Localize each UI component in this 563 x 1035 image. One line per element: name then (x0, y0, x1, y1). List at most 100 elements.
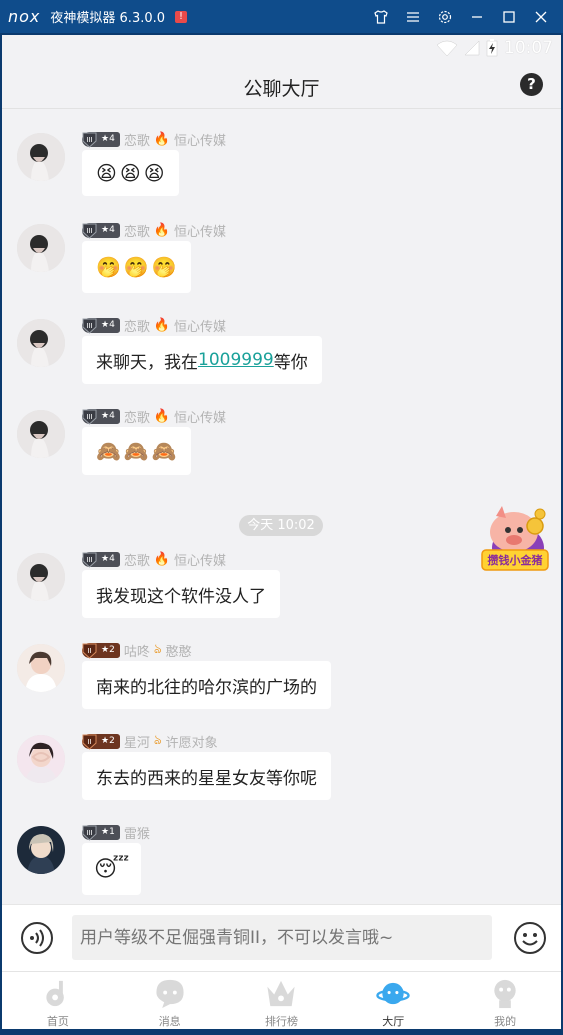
emoji: 😴 (94, 856, 130, 882)
sender-name[interactable]: 恋歌 (124, 550, 150, 569)
message-meta: III ★ 4 恋歌 🔥 恒心传媒 (82, 550, 227, 569)
message-bubble[interactable]: 😴 (82, 843, 142, 895)
level-number: 1 (109, 827, 115, 837)
message-meta: III ★ 4 恋歌 🔥 恒心传媒 (82, 407, 227, 426)
tab-messages[interactable]: 消息 (114, 972, 226, 1029)
sender-name[interactable]: 咕咚 (124, 641, 150, 660)
svg-text:III: III (86, 829, 92, 837)
time-divider: 今天 10:02 (239, 515, 323, 536)
group-name: 恒心传媒 (174, 410, 227, 426)
emulator-logo: nox (8, 7, 41, 26)
svg-text:III: III (86, 136, 92, 144)
emulator-title-bar: nox 夜神模拟器 6.3.0.0 ! (0, 0, 563, 33)
emoji: 🙈 (123, 439, 149, 463)
message-meta: III ★ 1 雷猴 (82, 823, 154, 842)
message-meta: II ★ 2 星河 ঌ 许愿对象 (82, 732, 218, 751)
emoji: 🙈 (151, 439, 177, 463)
wifi-icon (436, 40, 458, 56)
room-link[interactable]: 1009999 (198, 350, 274, 370)
emoji: 😫 (143, 161, 165, 185)
tab-profile[interactable]: 我的 (449, 972, 561, 1029)
sender-name[interactable]: 雷猴 (124, 823, 150, 842)
group-name: 恒心传媒 (174, 133, 227, 149)
sender-name[interactable]: 恋歌 (124, 221, 150, 240)
settings-gear-icon[interactable] (429, 0, 461, 33)
message-bubble[interactable]: 来聊天，我在 1009999 等你 (82, 336, 322, 384)
level-number: 2 (109, 736, 115, 746)
avatar[interactable] (17, 553, 65, 601)
sender-name[interactable]: 恋歌 (124, 407, 150, 426)
message-bubble[interactable]: 🙈 🙈 🙈 (82, 427, 191, 475)
tab-label: 我的 (494, 1015, 517, 1028)
level-badge: II ★ 2 (82, 642, 120, 659)
level-number: 4 (109, 320, 115, 330)
minimize-icon[interactable] (461, 0, 493, 33)
message-meta: III ★ 4 恋歌 🔥 恒心传媒 (82, 221, 227, 240)
level-badge: III ★ 4 (82, 131, 120, 148)
avatar[interactable] (17, 133, 65, 181)
help-button[interactable]: ? (520, 73, 543, 96)
wave-icon: ঌ (153, 732, 162, 748)
message-text: 我发现这个软件没人了 (96, 586, 266, 607)
chat-message-list[interactable]: III ★ 4 恋歌 🔥 恒心传媒 😫 😫 😫 III ★ 4 恋歌 🔥 恒心传… (2, 110, 561, 904)
alert-icon[interactable]: ! (175, 10, 188, 23)
message-bubble[interactable]: 我发现这个软件没人了 (82, 570, 280, 618)
tab-ranking[interactable]: 排行榜 (226, 972, 338, 1029)
level-badge: III ★ 4 (82, 408, 120, 425)
message-meta: II ★ 2 咕咚 ঌ 憨憨 (82, 641, 192, 660)
fire-icon: 🔥 (153, 551, 171, 567)
tab-lobby[interactable]: 大厅 (337, 972, 449, 1029)
sender-name[interactable]: 恋歌 (124, 130, 150, 149)
phone-screen: 10:07 公聊大厅 ? III ★ 4 恋歌 🔥 恒心传媒 😫 😫 😫 III… (2, 35, 561, 1029)
fire-icon: 🔥 (153, 131, 171, 147)
avatar[interactable] (17, 826, 65, 874)
emoji-icon[interactable] (513, 921, 547, 955)
avatar[interactable] (17, 410, 65, 458)
sender-name[interactable]: 星河 (124, 732, 150, 751)
message-text: 等你 (273, 352, 308, 373)
profile-icon (494, 979, 516, 1009)
level-badge: III ★ 1 (82, 824, 120, 841)
group-name: 恒心传媒 (174, 553, 227, 569)
signal-icon (464, 40, 480, 56)
maximize-icon[interactable] (493, 0, 525, 33)
skin-shirt-icon[interactable] (365, 0, 397, 33)
avatar[interactable] (17, 319, 65, 367)
close-icon[interactable] (525, 0, 557, 33)
tab-label: 消息 (158, 1015, 181, 1028)
level-number: 4 (109, 134, 115, 144)
message-bubble[interactable]: 😫 😫 😫 (82, 150, 179, 196)
avatar[interactable] (17, 735, 65, 783)
svg-text:III: III (86, 556, 92, 564)
svg-text:III: III (86, 413, 92, 421)
message-bubble[interactable]: 东去的西来的星星女友等你呢 (82, 752, 331, 800)
voice-icon[interactable] (20, 921, 54, 955)
message-bubble[interactable]: 🤭 🤭 🤭 (82, 241, 191, 293)
level-number: 4 (109, 554, 115, 564)
message-input[interactable] (72, 915, 492, 960)
svg-text:II: II (87, 647, 91, 655)
sender-name[interactable]: 恋歌 (124, 316, 150, 335)
group-name: 恒心传媒 (174, 319, 227, 335)
emulator-title: 夜神模拟器 6.3.0.0 (50, 11, 166, 26)
status-time: 10:07 (504, 38, 553, 58)
level-badge: III ★ 4 (82, 222, 120, 239)
tab-home[interactable]: 首页 (2, 972, 114, 1029)
piggy-bank-promo[interactable]: 攒钱小金猪 (478, 500, 552, 576)
crown-icon (267, 980, 296, 1007)
level-badge: III ★ 4 (82, 551, 120, 568)
emoji: 🙈 (96, 439, 121, 463)
emoji: 🤭 (96, 255, 121, 279)
message-bubble[interactable]: 南来的北往的哈尔滨的广场的 (82, 661, 331, 709)
emulator-controls (365, 0, 557, 33)
emoji: 🤭 (123, 255, 149, 279)
level-badge: II ★ 2 (82, 733, 120, 750)
menu-icon[interactable] (397, 0, 429, 33)
planet-icon (376, 982, 411, 1005)
input-bar (2, 904, 561, 971)
message-text: 来聊天，我在 (96, 352, 198, 373)
avatar[interactable] (17, 644, 65, 692)
group-name: 恒心传媒 (174, 224, 227, 240)
emoji: 😫 (119, 161, 141, 185)
avatar[interactable] (17, 224, 65, 272)
